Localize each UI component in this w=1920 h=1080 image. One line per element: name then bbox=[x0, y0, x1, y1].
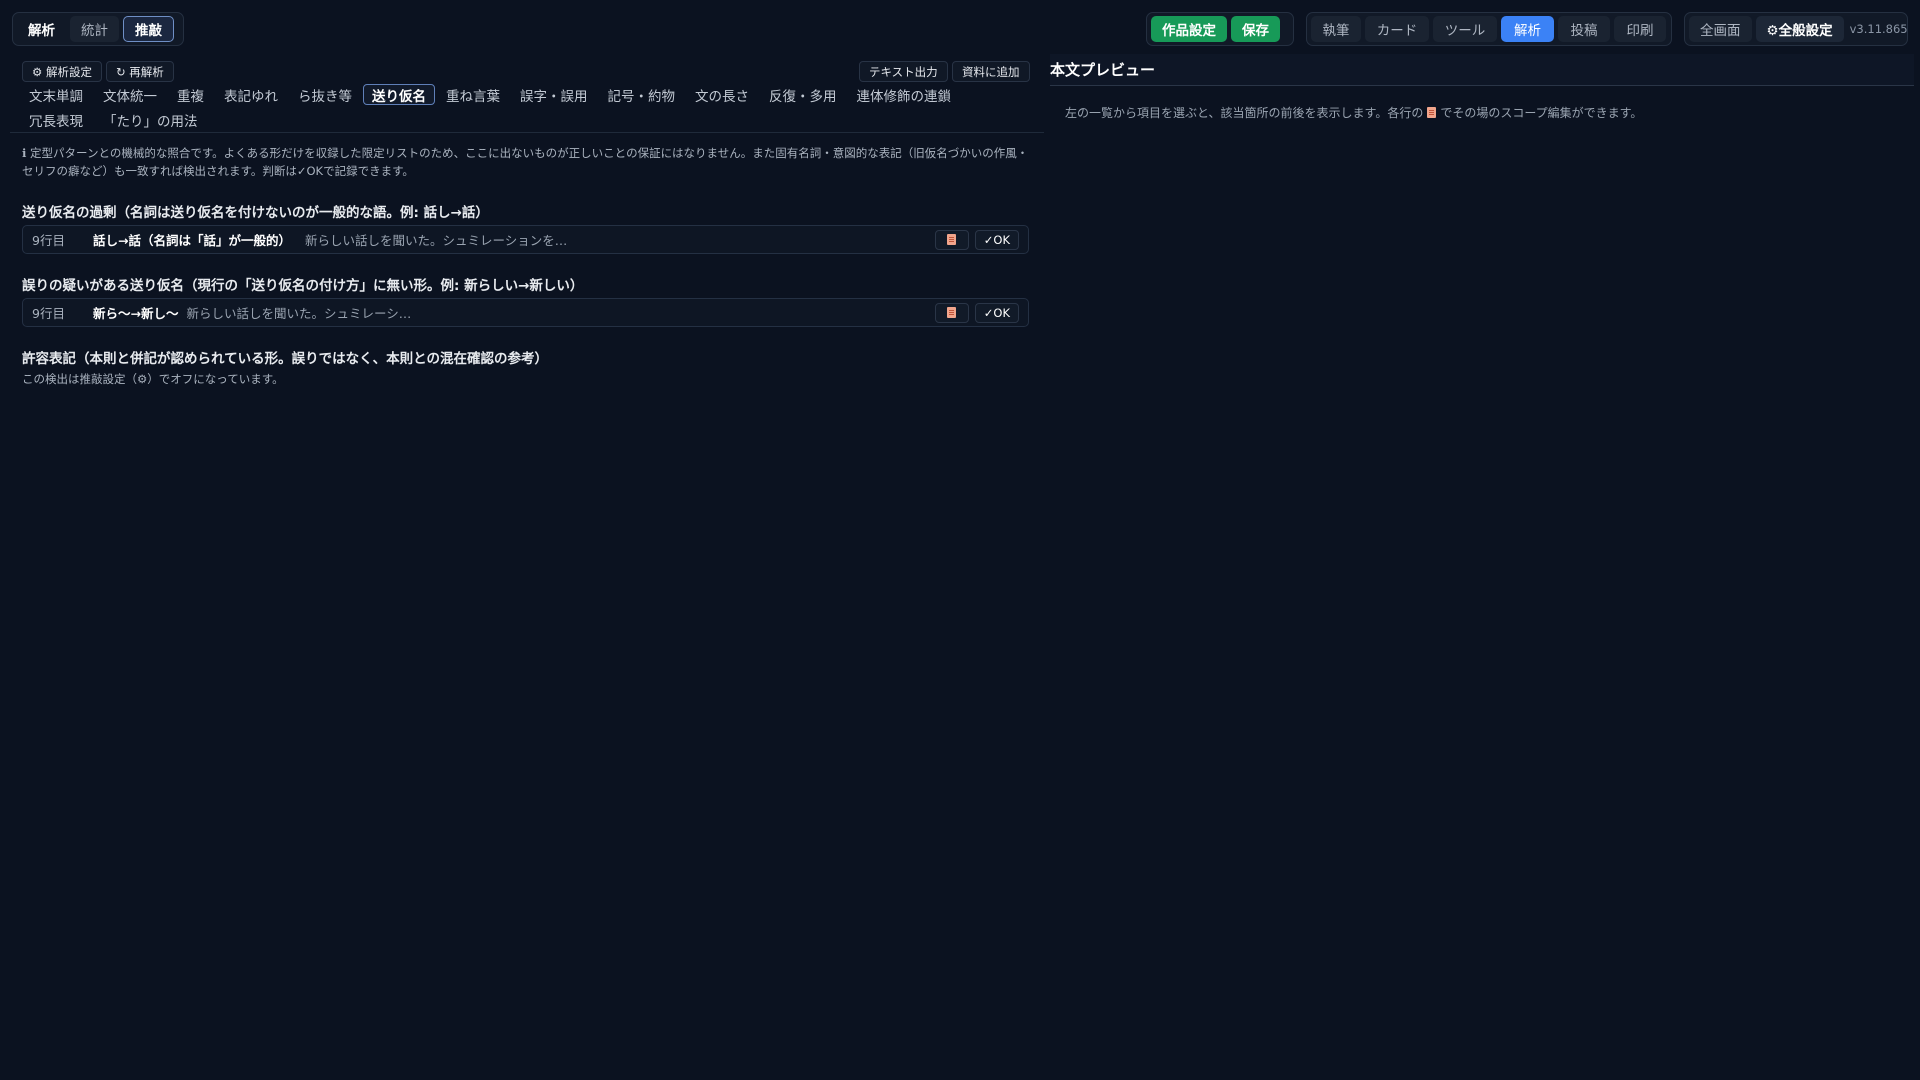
section-title: 送り仮名の過剰（名詞は送り仮名を付けないのが一般的な語。例: 話し→話） bbox=[22, 205, 489, 221]
global-button-group: 全画面 ⚙全般設定 v3.11.865 bbox=[1684, 12, 1908, 46]
fullscreen-button[interactable]: 全画面 bbox=[1689, 16, 1752, 42]
check-category-tabs: 文末単調 文体統一 重複 表記ゆれ ら抜き等 送り仮名 重ね言葉 誤字・誤用 記… bbox=[20, 84, 1030, 130]
view-post[interactable]: 投稿 bbox=[1558, 16, 1610, 42]
analysis-panel: ⚙ 解析設定 ↻ 再解析 テキスト出力 資料に追加 文末単調 文体統一 重複 表… bbox=[10, 56, 1044, 1076]
tab-verbose[interactable]: 冗長表現 bbox=[20, 109, 92, 130]
tab-style-unify[interactable]: 文体統一 bbox=[94, 84, 166, 105]
scope-edit-button[interactable] bbox=[934, 229, 969, 250]
tab-repetition[interactable]: 反復・多用 bbox=[760, 84, 846, 105]
help-text-after: でその場のスコープ編集ができます。 bbox=[1440, 106, 1643, 120]
scope-edit-button[interactable] bbox=[934, 302, 969, 323]
preview-title: 本文プレビュー bbox=[1050, 54, 1914, 86]
tab-symbols[interactable]: 記号・約物 bbox=[599, 84, 685, 105]
preview-help: 左の一覧から項目を選ぶと、該当箇所の前後を表示します。各行の でその場のスコープ… bbox=[1065, 104, 1642, 121]
analysis-settings-button[interactable]: ⚙ 解析設定 bbox=[22, 61, 102, 82]
version-label: v3.11.865 bbox=[1849, 22, 1908, 36]
tab-ra-drop[interactable]: ら抜き等 bbox=[289, 84, 361, 105]
view-analysis[interactable]: 解析 bbox=[1501, 16, 1554, 42]
divider bbox=[10, 132, 1044, 133]
tab-sentence-length[interactable]: 文の長さ bbox=[686, 84, 758, 105]
tab-sentence-end[interactable]: 文末単調 bbox=[20, 84, 92, 105]
tab-statistics[interactable]: 統計 bbox=[70, 16, 119, 42]
preview-panel: 本文プレビュー 左の一覧から項目を選ぶと、該当箇所の前後を表示します。各行の で… bbox=[1050, 54, 1914, 1074]
mode-tab-group: 解析 統計 推敲 bbox=[12, 12, 184, 46]
save-button[interactable]: 保存 bbox=[1231, 16, 1280, 42]
add-to-material-button[interactable]: 資料に追加 bbox=[952, 61, 1030, 82]
tab-redundant-words[interactable]: 重ね言葉 bbox=[437, 84, 509, 105]
project-settings-button[interactable]: 作品設定 bbox=[1151, 16, 1227, 42]
document-icon bbox=[947, 234, 957, 245]
tab-typos[interactable]: 誤字・誤用 bbox=[511, 84, 597, 105]
tab-duplicates[interactable]: 重複 bbox=[168, 84, 213, 105]
tab-modifier-chain[interactable]: 連体修飾の連鎖 bbox=[848, 84, 961, 105]
project-button-group: 作品設定 保存 bbox=[1146, 12, 1294, 46]
view-cards[interactable]: カード bbox=[1365, 16, 1429, 42]
document-icon bbox=[1427, 107, 1437, 118]
view-writing[interactable]: 執筆 bbox=[1311, 16, 1361, 42]
section-title: 許容表記（本則と併記が認められている形。誤りではなく、本則との混在確認の参考） bbox=[22, 351, 548, 367]
context-snippet: 新らしい話しを聞いた。シュミレーシ… bbox=[186, 306, 412, 321]
result-row[interactable]: 9行目 新ら〜→新し〜 新らしい話しを聞いた。シュミレーシ… ✓OK bbox=[22, 298, 1029, 327]
line-number: 9行目 bbox=[32, 233, 65, 248]
section-title: 誤りの疑いがある送り仮名（現行の「送り仮名の付け方」に無い形。例: 新らしい→新… bbox=[22, 278, 584, 294]
result-row[interactable]: 9行目 話し→話（名詞は「話」が一般的） 新らしい話しを聞いた。シュミレーション… bbox=[22, 225, 1029, 254]
pattern-label: 新ら〜→新し〜 bbox=[93, 306, 179, 321]
tab-refine[interactable]: 推敲 bbox=[123, 16, 174, 42]
line-number: 9行目 bbox=[32, 306, 65, 321]
view-switcher: 執筆 カード ツール 解析 投稿 印刷 bbox=[1306, 12, 1672, 46]
info-note: ℹ 定型パターンとの機械的な照合です。よくある形だけを収録した限定リストのため、… bbox=[22, 146, 1029, 178]
text-export-button[interactable]: テキスト出力 bbox=[859, 61, 948, 82]
view-tools[interactable]: ツール bbox=[1433, 16, 1497, 42]
global-settings-button[interactable]: ⚙全般設定 bbox=[1755, 16, 1844, 42]
top-bar: 解析 統計 推敲 作品設定 保存 執筆 カード ツール 解析 投稿 印刷 全画面… bbox=[0, 0, 1920, 54]
ok-button[interactable]: ✓OK bbox=[974, 302, 1019, 323]
pattern-label: 話し→話（名詞は「話」が一般的） bbox=[93, 233, 291, 248]
context-snippet: 新らしい話しを聞いた。シュミレーションを… bbox=[304, 233, 568, 248]
tab-analysis[interactable]: 解析 bbox=[17, 16, 66, 42]
tab-tari-usage[interactable]: 「たり」の用法 bbox=[94, 109, 207, 130]
ok-button[interactable]: ✓OK bbox=[974, 229, 1019, 250]
tab-okurigana[interactable]: 送り仮名 bbox=[363, 84, 435, 105]
disabled-note: この検出は推敲設定（⚙）でオフになっています。 bbox=[22, 372, 284, 386]
help-text-before: 左の一覧から項目を選ぶと、該当箇所の前後を表示します。各行の bbox=[1065, 106, 1424, 120]
tab-notation[interactable]: 表記ゆれ bbox=[215, 84, 287, 105]
reanalyze-button[interactable]: ↻ 再解析 bbox=[106, 61, 174, 82]
document-icon bbox=[947, 307, 957, 318]
view-print[interactable]: 印刷 bbox=[1614, 16, 1666, 42]
